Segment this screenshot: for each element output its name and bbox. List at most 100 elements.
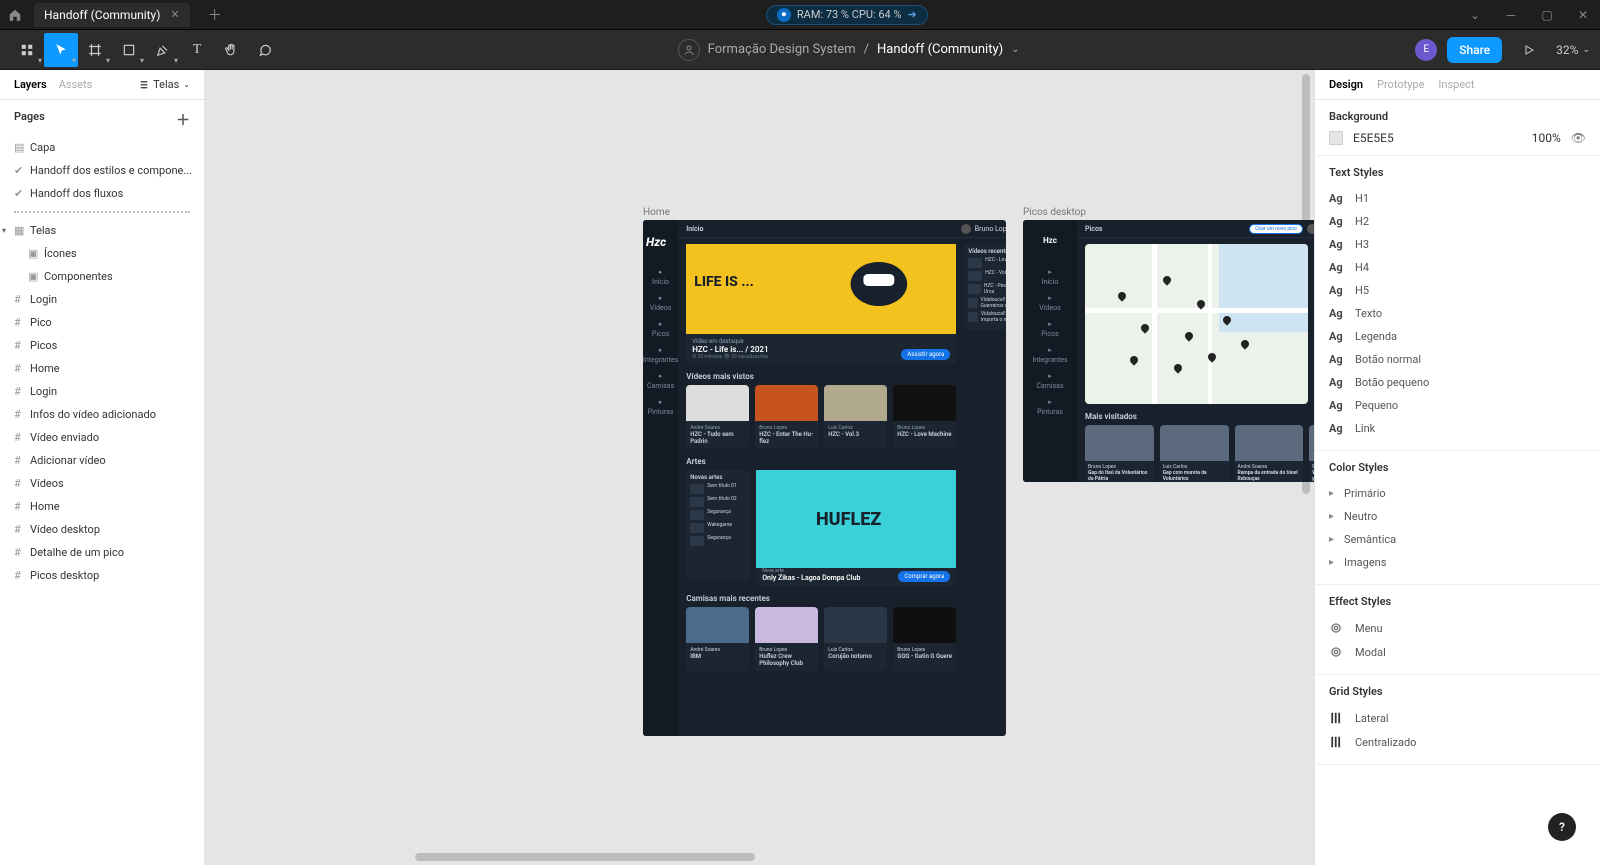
- layer-item[interactable]: #Infos do vídeo adicionado: [0, 403, 204, 426]
- style-item[interactable]: AgH2: [1329, 210, 1586, 233]
- file-tab[interactable]: Handoff (Community) ✕: [34, 3, 190, 27]
- layer-item[interactable]: #Vídeo desktop: [0, 518, 204, 541]
- layer-item[interactable]: #Adicionar vídeo: [0, 449, 204, 472]
- user-avatar[interactable]: E: [1415, 39, 1437, 61]
- layer-item[interactable]: ▣ Ícones: [0, 242, 204, 265]
- pen-tool[interactable]: [146, 33, 180, 67]
- layer-label: Componentes: [44, 270, 113, 283]
- share-button[interactable]: Share: [1447, 37, 1502, 63]
- tab-layers[interactable]: Layers: [14, 78, 47, 91]
- layer-item[interactable]: #Picos desktop: [0, 564, 204, 587]
- frame-tool[interactable]: [78, 33, 112, 67]
- style-item[interactable]: Modal: [1329, 640, 1586, 664]
- style-item[interactable]: Centralizado: [1329, 730, 1586, 754]
- tab-prototype[interactable]: Prototype: [1377, 78, 1424, 91]
- page-item[interactable]: ✔Handoff dos fluxos: [0, 182, 204, 205]
- layer-item[interactable]: #Home: [0, 357, 204, 380]
- layer-label: Picos desktop: [30, 569, 99, 582]
- frame-icon: #: [14, 523, 26, 536]
- layer-item[interactable]: ▣Componentes: [0, 265, 204, 288]
- help-button[interactable]: ?: [1548, 813, 1576, 841]
- bg-opacity[interactable]: 100%: [1532, 131, 1561, 145]
- layer-item[interactable]: #Login: [0, 288, 204, 311]
- style-item[interactable]: ▸Neutro: [1329, 505, 1586, 528]
- layer-item[interactable]: #Vídeo enviado: [0, 426, 204, 449]
- tool-group-right: E Share 32%⌄: [1415, 33, 1590, 67]
- bg-hex[interactable]: E5E5E5: [1353, 131, 1394, 145]
- canvas-frame-picos[interactable]: Hzc ▸ Início ▸ Vídeos ▸ Picos ▸ Integran…: [1023, 220, 1314, 482]
- present-button[interactable]: [1512, 33, 1546, 67]
- shape-tool[interactable]: [112, 33, 146, 67]
- page-item-current[interactable]: ▦Telas: [0, 219, 204, 242]
- layer-item[interactable]: #Detalhe de um pico: [0, 541, 204, 564]
- titlebar-center: ⏺ RAM: 73 % CPU: 64 % ➜: [766, 5, 928, 25]
- move-tool[interactable]: [44, 33, 78, 67]
- text-tool[interactable]: T: [180, 33, 214, 67]
- file-tab-title: Handoff (Community): [44, 8, 160, 22]
- new-tab-button[interactable]: ＋: [200, 5, 230, 25]
- zoom-control[interactable]: 32%⌄: [1556, 43, 1590, 57]
- page-dropdown[interactable]: Telas ⌄: [139, 78, 190, 91]
- main-menu-button[interactable]: [10, 33, 44, 67]
- home-icon[interactable]: [6, 6, 24, 24]
- chevron-down-icon[interactable]: ⌄: [1464, 4, 1486, 26]
- style-item[interactable]: ▸Semântica: [1329, 528, 1586, 551]
- style-item[interactable]: ▸Primário: [1329, 482, 1586, 505]
- tab-close-icon[interactable]: ✕: [170, 8, 179, 21]
- pages-header: Pages ＋: [0, 100, 204, 136]
- add-page-button[interactable]: ＋: [176, 110, 190, 130]
- canvas[interactable]: Home Hzc ▸ Início ▸ Vídeos ▸ Picos ▸ Int…: [205, 70, 1314, 865]
- frame-label[interactable]: Home: [643, 207, 670, 218]
- frame-icon: #: [14, 293, 26, 306]
- scrollbar-horizontal[interactable]: [415, 853, 755, 861]
- tab-inspect[interactable]: Inspect: [1438, 78, 1474, 91]
- layer-label: Home: [30, 500, 60, 513]
- layer-label: Ícones: [44, 247, 77, 260]
- logo: Hzc: [644, 228, 678, 252]
- close-window-button[interactable]: ✕: [1572, 4, 1594, 26]
- style-item[interactable]: Menu: [1329, 616, 1586, 640]
- minimize-button[interactable]: ─: [1500, 4, 1522, 26]
- tab-assets[interactable]: Assets: [59, 78, 93, 91]
- page-item[interactable]: ▤Capa: [0, 136, 204, 159]
- section-title: Grid Styles: [1329, 685, 1586, 698]
- pages-list: ▤Capa ✔Handoff dos estilos e compone... …: [0, 136, 204, 587]
- layer-label: Adicionar vídeo: [30, 454, 106, 467]
- style-item[interactable]: AgBotão normal: [1329, 348, 1586, 371]
- visibility-icon[interactable]: 👁: [1571, 131, 1586, 145]
- style-item[interactable]: ▸Imagens: [1329, 551, 1586, 574]
- style-item[interactable]: AgH1: [1329, 187, 1586, 210]
- folder-icon: ▣: [28, 247, 40, 260]
- layer-item[interactable]: #Picos: [0, 334, 204, 357]
- layer-item[interactable]: #Vídeos: [0, 472, 204, 495]
- color-swatch[interactable]: [1329, 131, 1343, 145]
- layer-item[interactable]: #Pico: [0, 311, 204, 334]
- maximize-button[interactable]: ▢: [1536, 4, 1558, 26]
- hand-tool[interactable]: [214, 33, 248, 67]
- style-item[interactable]: AgH5: [1329, 279, 1586, 302]
- style-item[interactable]: AgH3: [1329, 233, 1586, 256]
- team-avatar-icon: [678, 39, 700, 61]
- style-item[interactable]: AgPequeno: [1329, 394, 1586, 417]
- video-cards-row: André SoaresHZC - Tudo sem Padrin Bruno …: [686, 385, 956, 449]
- system-monitor-badge[interactable]: ⏺ RAM: 73 % CPU: 64 % ➜: [766, 5, 928, 25]
- nav-item: ▸ Integrantes: [643, 346, 678, 364]
- layer-label: Login: [30, 385, 57, 398]
- style-item[interactable]: Lateral: [1329, 706, 1586, 730]
- frame-label[interactable]: Picos desktop: [1023, 207, 1086, 218]
- style-item[interactable]: AgBotão pequeno: [1329, 371, 1586, 394]
- page-dropdown-label: Telas: [153, 78, 179, 91]
- svg-text:HUFLEZ: HUFLEZ: [816, 509, 881, 530]
- style-item[interactable]: AgLink: [1329, 417, 1586, 440]
- layer-item[interactable]: #Home: [0, 495, 204, 518]
- style-item[interactable]: AgTexto: [1329, 302, 1586, 325]
- style-item[interactable]: AgLegenda: [1329, 325, 1586, 348]
- tab-design[interactable]: Design: [1329, 78, 1363, 91]
- chevron-down-icon[interactable]: ⌄: [1011, 44, 1019, 55]
- comment-tool[interactable]: [248, 33, 282, 67]
- breadcrumb[interactable]: Formação Design System / Handoff (Commun…: [678, 39, 1020, 61]
- layer-item[interactable]: #Login: [0, 380, 204, 403]
- canvas-frame-home[interactable]: Hzc ▸ Início ▸ Vídeos ▸ Picos ▸ Integran…: [643, 220, 1006, 736]
- page-item[interactable]: ✔Handoff dos estilos e compone...: [0, 159, 204, 182]
- style-item[interactable]: AgH4: [1329, 256, 1586, 279]
